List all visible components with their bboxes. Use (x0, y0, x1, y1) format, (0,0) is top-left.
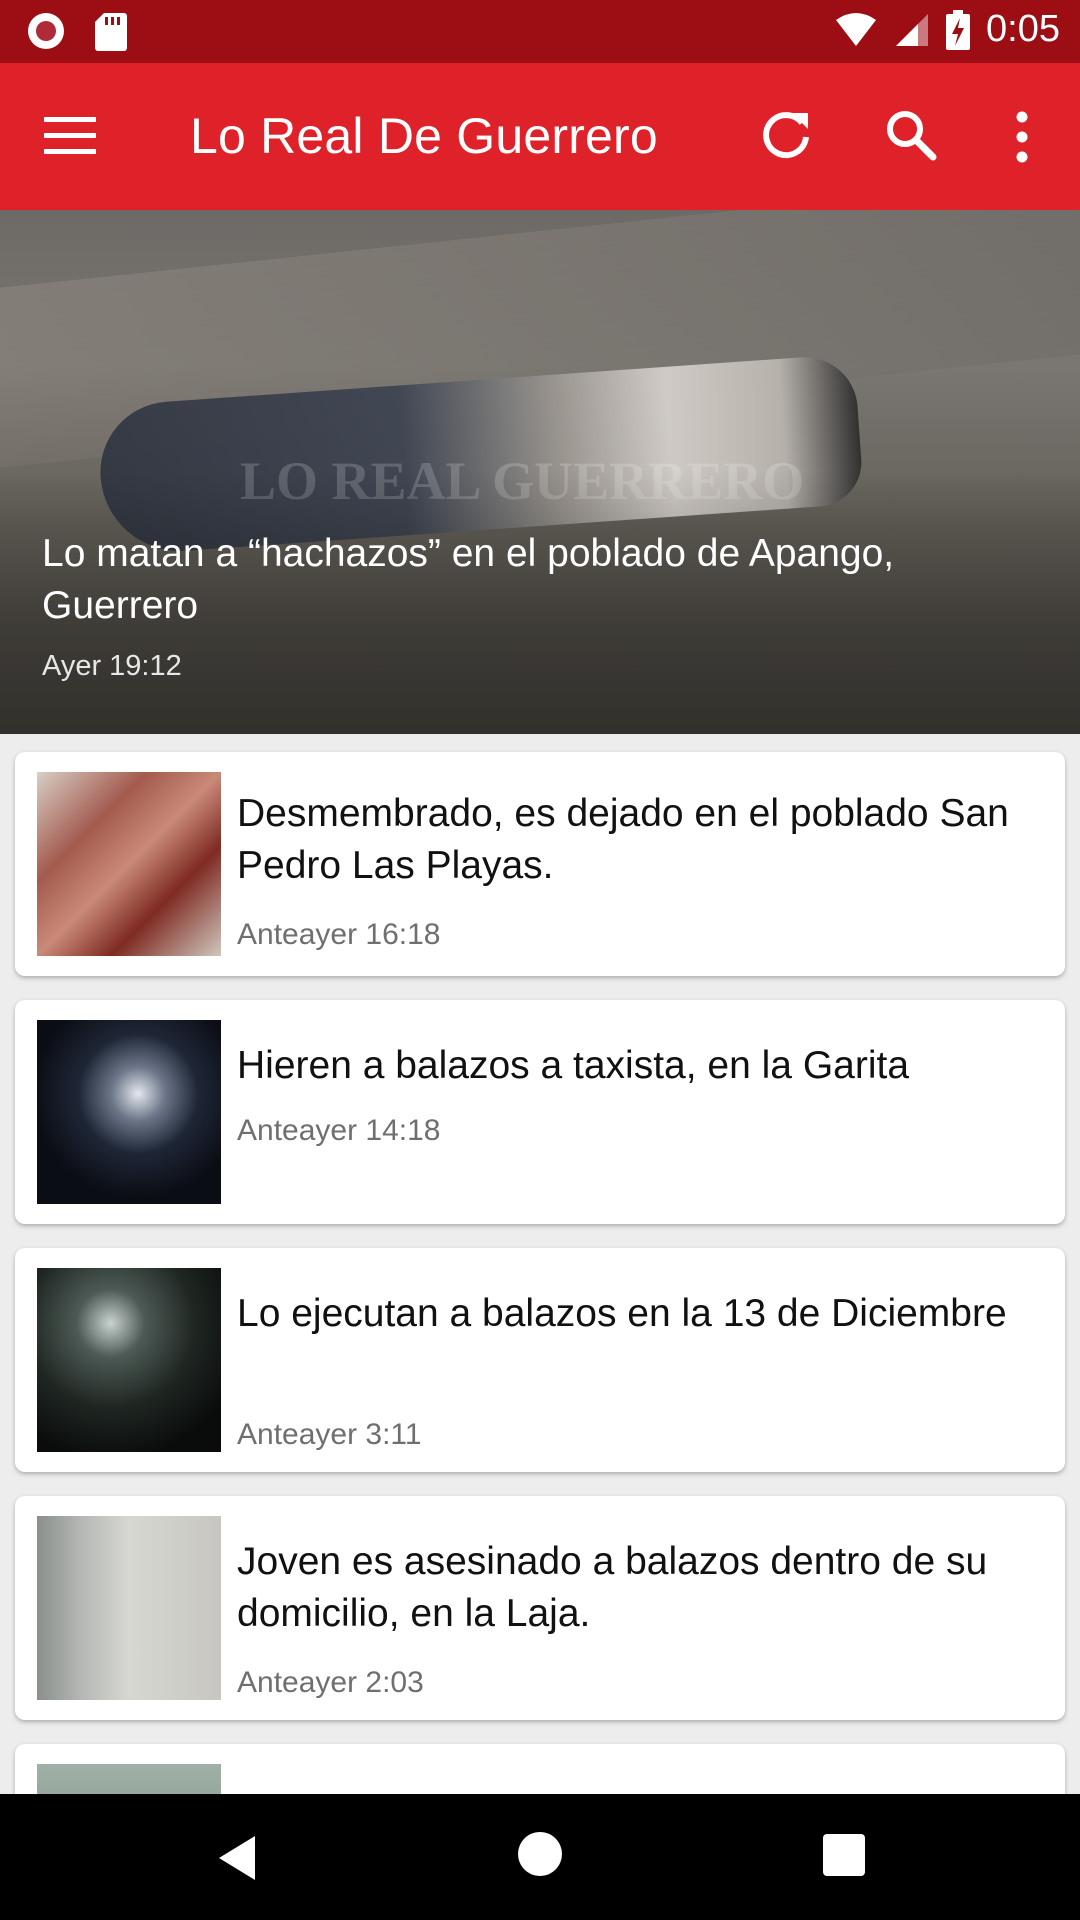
article-thumbnail (37, 1020, 221, 1204)
back-icon[interactable] (215, 1834, 263, 1882)
wifi-icon (836, 12, 877, 46)
refresh-icon[interactable] (758, 107, 814, 163)
app-title: Lo Real De Guerrero (190, 108, 658, 164)
status-time: 0:05 (986, 8, 1060, 50)
article-time: Anteayer 3:11 (237, 1418, 422, 1451)
battery-charging-icon (946, 9, 971, 50)
article-card[interactable]: Hieren a balazos a taxista, en la Garita… (15, 1000, 1065, 1224)
search-icon[interactable] (883, 107, 939, 163)
article-card[interactable]: Joven es asesinado a balazos dentro de s… (15, 1496, 1065, 1720)
article-title: Desmembrado, es dejado en el poblado San… (237, 792, 1009, 887)
article-title: Joven es asesinado a balazos dentro de s… (237, 1540, 988, 1635)
article-title: Lo ejecutan a balazos en la 13 de Diciem… (237, 1292, 1007, 1335)
recent-apps-icon[interactable] (823, 1834, 865, 1876)
article-thumbnail (37, 772, 221, 956)
article-card[interactable]: Desmembrado, es dejado en el poblado San… (15, 752, 1065, 976)
app-bar: Lo Real De Guerrero (0, 63, 1080, 210)
menu-icon[interactable] (44, 111, 100, 161)
signal-icon (896, 13, 929, 46)
article-thumbnail (37, 1268, 221, 1452)
more-vert-icon[interactable] (1004, 107, 1040, 167)
featured-title: Lo matan a “hachazos” en el poblado de A… (42, 532, 895, 627)
article-time: Anteayer 16:18 (237, 918, 441, 951)
status-bar: 0:05 (0, 0, 1080, 63)
article-card[interactable]: Lo ejecutan a balazos en la 13 de Diciem… (15, 1248, 1065, 1472)
featured-article[interactable]: LO REAL GUERRERO Lo matan a “hachazos” e… (0, 210, 1080, 734)
article-time: Anteayer 14:18 (237, 1114, 441, 1147)
navigation-bar (0, 1794, 1080, 1920)
featured-time: Ayer 19:12 (42, 650, 182, 682)
sd-card-icon (95, 13, 127, 51)
article-time: Anteayer 2:03 (237, 1666, 424, 1699)
home-icon[interactable] (518, 1832, 562, 1876)
article-title: Hieren a balazos a taxista, en la Garita (237, 1044, 910, 1087)
article-thumbnail (37, 1516, 221, 1700)
record-icon (28, 13, 64, 49)
